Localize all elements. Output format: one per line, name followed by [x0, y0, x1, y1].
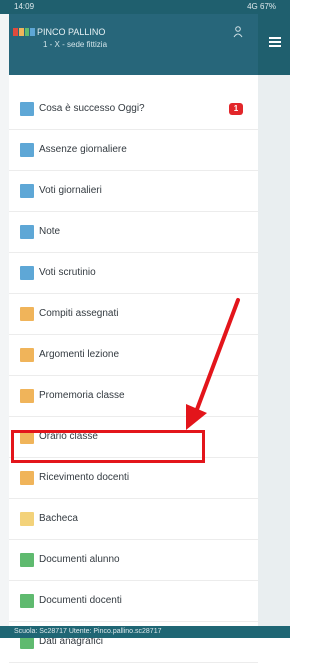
menu-item-note[interactable]: Note — [9, 212, 258, 253]
menu-item-label: Voti giornalieri — [39, 185, 102, 196]
menu-item-label: Documenti alunno — [39, 554, 120, 565]
category-square-icon — [20, 594, 34, 608]
person-icon[interactable] — [233, 26, 243, 38]
category-square-icon — [20, 389, 34, 403]
notification-badge: 1 — [229, 103, 243, 115]
category-square-icon — [20, 307, 34, 321]
menu-item-voti-scrutinio[interactable]: Voti scrutinio — [9, 253, 258, 294]
navigation-drawer: PINCO PALLINO 1 - X - sede fittizia Cosa… — [9, 14, 259, 663]
menu-item-promemoria[interactable]: Promemoria classe — [9, 376, 258, 417]
user-name: PINCO PALLINO — [37, 27, 106, 37]
menu-item-bacheca[interactable]: Bacheca — [9, 499, 258, 540]
category-square-icon — [20, 266, 34, 280]
menu-list: Cosa è successo Oggi? 1 Assenze giornali… — [9, 89, 258, 663]
footer-bar: Scuola: Sc28717 Utente: Pinco.pallino.sc… — [0, 626, 290, 638]
background-edge — [0, 14, 9, 626]
menu-item-label: Assenze giornaliere — [39, 144, 127, 155]
menu-item-label: Documenti docenti — [39, 595, 122, 606]
menu-item-label: Voti scrutinio — [39, 267, 96, 278]
highlight-box — [11, 430, 205, 463]
menu-item-documenti-docenti[interactable]: Documenti docenti — [9, 581, 258, 622]
drawer-header: PINCO PALLINO 1 - X - sede fittizia — [9, 14, 258, 75]
menu-item-label: Note — [39, 226, 61, 237]
status-time: 14:09 — [14, 2, 35, 11]
menu-item-label: Bacheca — [39, 513, 78, 524]
category-square-icon — [20, 225, 34, 239]
menu-item-compiti[interactable]: Compiti assegnati — [9, 294, 258, 335]
menu-item-label: Compiti assegnati — [39, 308, 119, 319]
main-content-peek — [258, 14, 290, 626]
app-logo-icon — [13, 28, 35, 36]
footer-text: Scuola: Sc28717 Utente: Pinco.pallino.sc… — [14, 628, 162, 635]
user-class: 1 - X - sede fittizia — [43, 40, 108, 49]
menu-item-documenti-alunno[interactable]: Documenti alunno — [9, 540, 258, 581]
category-square-icon — [20, 348, 34, 362]
menu-item-label: Cosa è successo Oggi? — [39, 103, 145, 114]
category-square-icon — [20, 184, 34, 198]
menu-item-cosa-e-successo[interactable]: Cosa è successo Oggi? 1 — [9, 89, 258, 130]
category-square-icon — [20, 143, 34, 157]
status-indicators: 4G 67% — [247, 2, 276, 11]
menu-item-assenze[interactable]: Assenze giornaliere — [9, 130, 258, 171]
hamburger-menu-icon[interactable] — [269, 36, 281, 48]
status-bar: 14:09 4G 67% — [0, 0, 290, 14]
menu-item-label: Promemoria classe — [39, 390, 125, 401]
category-square-icon — [20, 471, 34, 485]
category-square-icon — [20, 512, 34, 526]
menu-item-label: Ricevimento docenti — [39, 472, 130, 483]
menu-item-voti-giornalieri[interactable]: Voti giornalieri — [9, 171, 258, 212]
menu-item-label: Argomenti lezione — [39, 349, 120, 360]
app-bar — [258, 14, 290, 75]
menu-item-argomenti[interactable]: Argomenti lezione — [9, 335, 258, 376]
menu-item-ricevimento[interactable]: Ricevimento docenti — [9, 458, 258, 499]
category-square-icon — [20, 102, 34, 116]
category-square-icon — [20, 553, 34, 567]
